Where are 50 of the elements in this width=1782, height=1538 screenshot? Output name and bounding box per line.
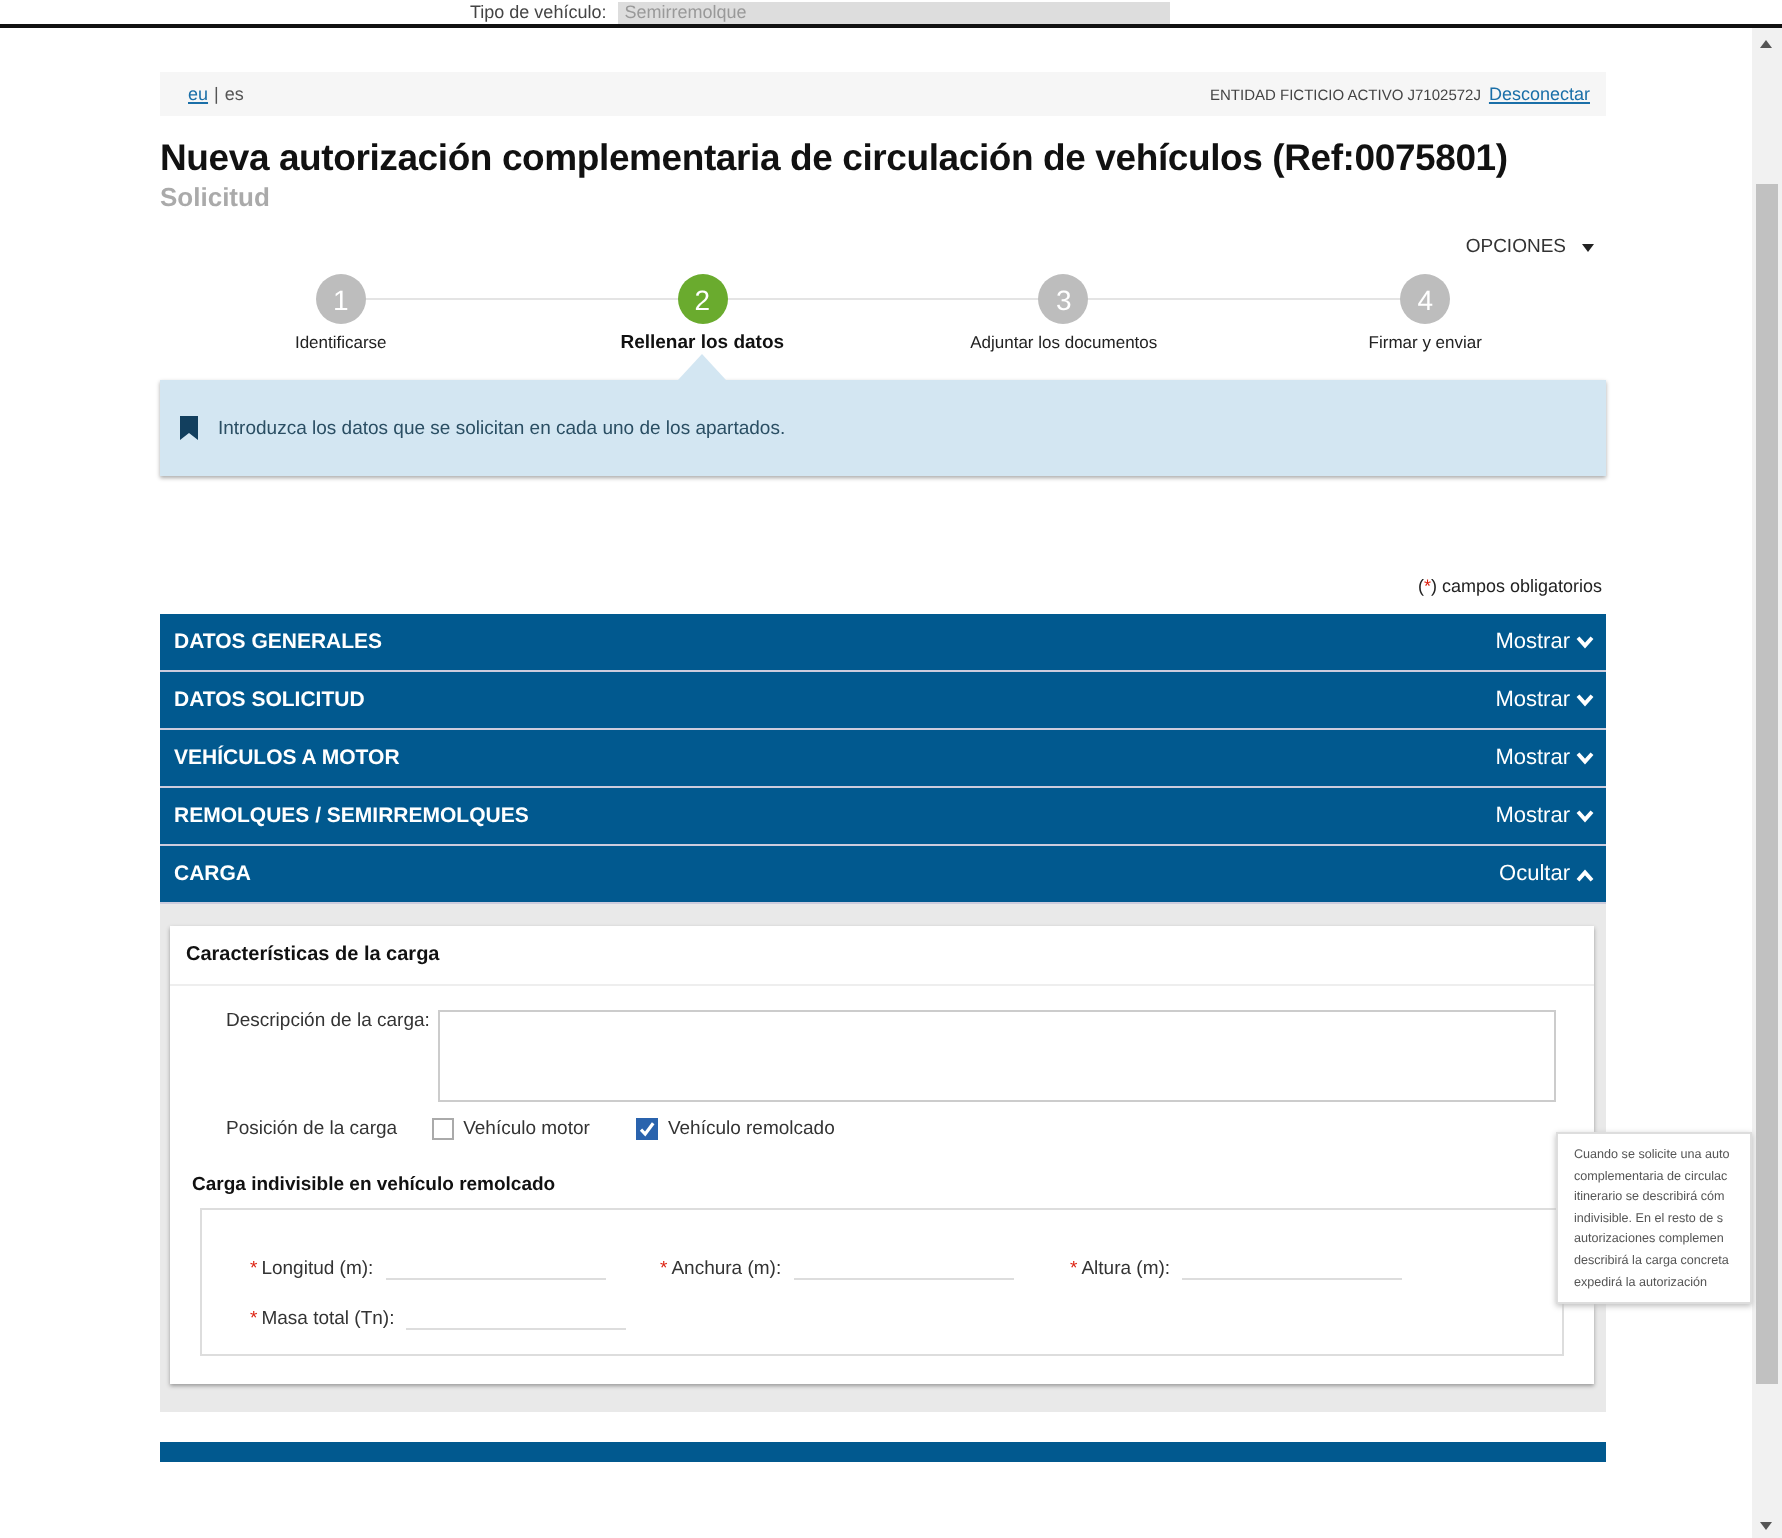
section-title: DATOS GENERALES <box>174 630 383 654</box>
field-label: * Anchura (m): <box>660 1258 782 1280</box>
section-header[interactable]: REMOLQUES / SEMIRREMOLQUES Mostrar <box>160 788 1606 846</box>
section-title: DATOS SOLICITUD <box>174 688 365 712</box>
field-label: Tipo de vehículo: <box>470 2 607 22</box>
section-toggle[interactable]: Ocultar <box>1499 862 1594 886</box>
checkbox[interactable] <box>431 1118 454 1140</box>
field-label: Posición de la carga <box>226 1118 398 1140</box>
step-label: Identificarse <box>294 332 387 352</box>
step-label: Rellenar los datos <box>620 332 785 354</box>
language-link[interactable]: eu <box>188 84 209 104</box>
chevron-down-icon <box>1576 809 1594 823</box>
bookmark-icon <box>180 416 198 440</box>
section-header[interactable]: CARGA Ocultar <box>160 846 1606 904</box>
section-toggle[interactable]: Mostrar <box>1495 746 1594 770</box>
chevron-down-icon <box>1576 635 1594 649</box>
checkbox-label: Vehículo motor <box>463 1118 590 1140</box>
section-toggle[interactable]: Mostrar <box>1495 804 1594 828</box>
language-link[interactable]: es <box>224 84 244 104</box>
step-label: Firmar y enviar <box>1368 332 1482 352</box>
page-subtitle: Solicitud <box>160 182 272 212</box>
section-header[interactable] <box>160 1442 1606 1462</box>
panel-title: Características de la carga <box>170 926 1594 986</box>
options-menu[interactable]: OPCIONES <box>1465 236 1566 258</box>
section-toggle[interactable]: Mostrar <box>1495 630 1594 654</box>
caret-icon <box>1582 243 1594 251</box>
section-title: VEHÍCULOS A MOTOR <box>174 746 400 770</box>
section-title: CARGA <box>174 862 251 886</box>
chevron-down-icon <box>1576 751 1594 765</box>
description-field[interactable] <box>437 1010 1556 1102</box>
field-label: * Altura (m): <box>1070 1258 1171 1280</box>
separator: | <box>214 84 219 104</box>
field-label: * Masa total (Tn): <box>250 1308 395 1330</box>
section-toggle[interactable]: Mostrar <box>1495 688 1594 712</box>
scrollbar[interactable] <box>1752 28 1782 1538</box>
page-title: Nueva autorización complementaria de circulación de vehículos (Ref:0075801) <box>160 136 1510 180</box>
step-label: Adjuntar los documentos <box>970 332 1158 352</box>
field-label: * Longitud (m): <box>250 1258 374 1280</box>
section-header[interactable]: DATOS GENERALES Mostrar <box>160 614 1606 672</box>
info-message: Introduzca los datos que se solicitan en cada uno de los apartados. <box>218 417 786 439</box>
logout-link[interactable]: Desconectar <box>1488 84 1590 104</box>
chevron-down-icon <box>1576 693 1594 707</box>
required-note: (*) campos obligatorios <box>1417 576 1602 596</box>
section-header[interactable]: VEHÍCULOS A MOTOR Mostrar <box>160 730 1606 788</box>
section-title: REMOLQUES / SEMIRREMOLQUES <box>174 804 529 828</box>
checkbox[interactable] <box>635 1118 658 1140</box>
section-header[interactable]: DATOS SOLICITUD Mostrar <box>160 672 1606 730</box>
checkbox-label: Vehículo remolcado <box>667 1118 835 1140</box>
field-label: Descripción de la carga: <box>226 1010 430 1036</box>
chevron-up-icon <box>1576 867 1594 881</box>
